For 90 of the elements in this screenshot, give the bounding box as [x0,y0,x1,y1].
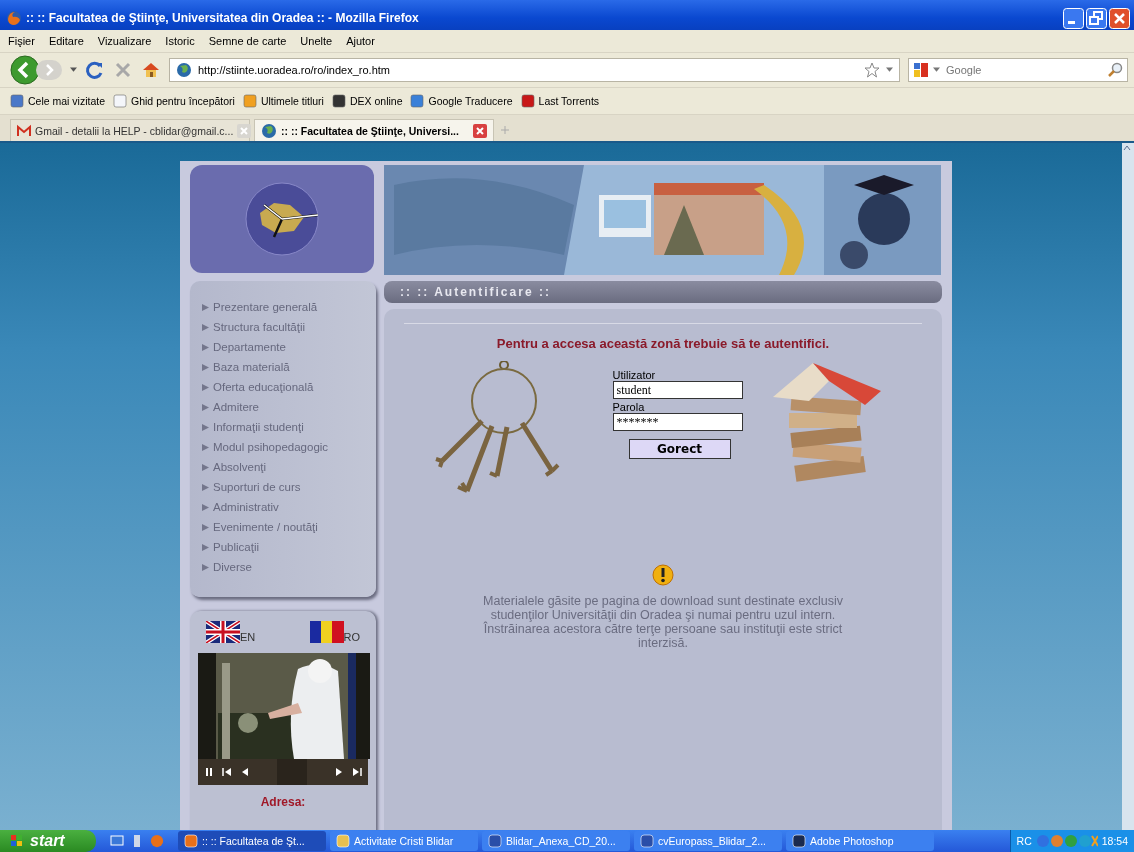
bookmark-icon [113,94,128,108]
taskbar-button[interactable]: :: :: Facultatea de Şt... [178,831,326,851]
close-icon[interactable] [1109,7,1130,29]
desktop-icon[interactable] [110,834,124,848]
arrow-icon [202,563,209,571]
menu-item[interactable]: Unelte [300,35,333,47]
bookmark-link[interactable]: Last Torrents [538,95,600,107]
globe-icon [261,122,277,139]
search-engine-icon [913,62,929,78]
app-icon [184,834,198,848]
warning-icon [652,564,674,586]
taskbar-button[interactable]: Blidar_Anexa_CD_20... [482,831,630,851]
arrow-icon [202,443,209,451]
menu-item[interactable]: Istoric [165,35,195,47]
bookmark-icon [331,94,346,108]
forward-icon[interactable] [334,767,344,777]
mail-icon [17,123,31,138]
address-field[interactable]: http://stiinte.uoradea.ro/ro/index_ro.htm [169,58,900,82]
reload-icon[interactable] [85,60,105,80]
home-icon[interactable] [141,60,161,80]
browser-tab[interactable]: Gmail - detalii la HELP - cblidar@gmail.c... [10,119,250,141]
bookmark-icon [242,94,257,108]
arrow-icon [202,423,209,431]
pause-icon[interactable] [204,767,214,777]
address-text: http://stiinte.uoradea.ro/ro/index_ro.htm [198,64,391,76]
bookmark-icon [10,94,24,108]
bookmark-icon [520,94,535,108]
rewind-icon[interactable] [240,767,250,777]
arrow-icon [202,303,209,311]
windows-logo-icon [10,834,24,848]
app-icon [488,834,502,848]
tray-icons-drawing [1035,834,1098,848]
dropdown-icon[interactable] [70,67,77,73]
taskbar-button[interactable]: cvEuropass_Blidar_2... [634,831,782,851]
menu-item[interactable]: Fişier [8,35,35,47]
bookmark-link[interactable]: Google Traducere [428,95,513,107]
back-icon[interactable] [10,55,40,85]
menu-item[interactable]: Semne de carte [208,35,287,47]
firefox-icon [6,10,22,26]
bookmark-link[interactable]: Cele mai vizitate [28,95,106,107]
arrow-icon [202,483,209,491]
arrow-icon [202,343,209,351]
login-heading: Pentru a accesa această zonă trebuie să te autentifici. [496,336,830,351]
window-title: :: :: Facultatea de Ştiinţe, Universitatea din Oradea :: - Mozilla Firefox [26,11,420,25]
arrow-icon [202,463,209,471]
flag-icon[interactable] [309,621,344,643]
bookmark-link[interactable]: Ghid pentru începători [131,95,235,107]
restore-icon[interactable] [1086,7,1107,29]
bookmark-link[interactable]: DEX online [349,95,403,107]
arrow-icon [202,543,209,551]
bookmark-icon [410,94,425,108]
menu-item[interactable]: Ajutor [346,35,375,47]
app-icon [640,834,654,848]
bookmark-link[interactable]: Ultimele titluri [260,95,324,107]
notice-text: Materialele găsite pe pagina de download sunt destinate exclusiv studenţilor Universităţii din Oradea şi numai pentru uzul intern. Înstrăinarea acestora către terţe persoane sau instituţii este strict interzisă. [482,594,844,650]
dropdown-icon[interactable] [933,67,940,73]
taskbar-button[interactable]: Activitate Cristi Blidar [330,831,478,851]
field-label: Utilizator [612,369,656,381]
star-icon[interactable] [864,62,880,78]
arrow-icon [202,363,209,371]
flag-icon[interactable] [206,621,240,643]
language-link[interactable]: RO [343,631,360,643]
arrow-icon [202,403,209,411]
login-button[interactable]: Gorect [628,439,731,459]
globe-icon [176,62,192,78]
language-link[interactable]: EN [240,631,256,643]
arrow-icon [202,383,209,391]
app-icon [792,834,806,848]
minimize-icon[interactable] [1063,7,1084,29]
dropdown-icon[interactable] [886,67,893,73]
close-icon[interactable] [473,123,487,138]
search-icon[interactable] [1107,62,1123,78]
taskbar-button[interactable]: Adobe Photoshop [786,831,934,851]
arrow-icon [202,323,209,331]
skip-back-icon[interactable] [222,767,232,777]
arrow-icon [202,503,209,511]
browser-tab[interactable]: :: :: Facultatea de Ştiinţe, Universi... [254,119,494,141]
skip-forward-icon[interactable] [352,767,362,777]
menu-item[interactable]: Editare [48,35,84,47]
field-label: Parola [612,401,645,413]
password-field[interactable]: ******* [612,413,743,431]
scroll-up-icon[interactable] [1122,143,1132,153]
menu-item[interactable]: Vizualizare [97,35,152,47]
username-field[interactable]: student [612,381,743,399]
arrow-icon [202,523,209,531]
app-icon [336,834,350,848]
address-label: Adresa: [259,795,307,809]
section-title: :: :: Autentificare :: [400,285,551,299]
clock: 18:54 [1101,835,1128,847]
search-field[interactable]: Google [908,58,1128,82]
